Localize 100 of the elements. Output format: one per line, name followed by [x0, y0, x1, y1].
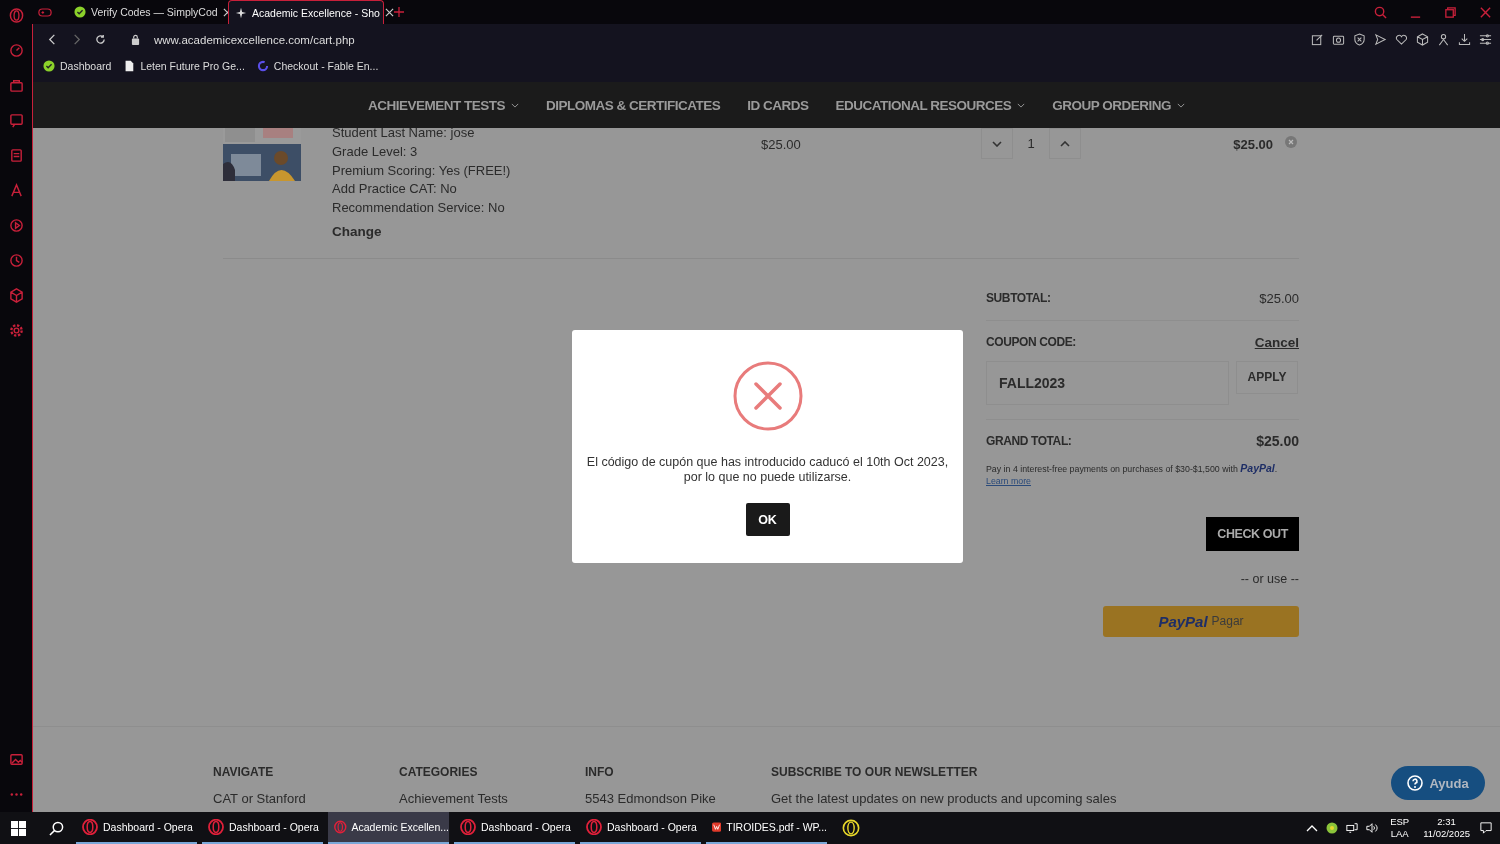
opera-logo-icon[interactable] [8, 8, 24, 23]
coupon-field[interactable]: FALL2023 [986, 360, 1229, 405]
grand-total-value: $25.00 [1256, 432, 1299, 449]
ring-icon [256, 60, 269, 72]
item-detail: Premium Scoring: Yes (FREE!) [332, 161, 512, 180]
forward-icon[interactable] [71, 34, 82, 45]
footer-link[interactable]: Get the latest updates on new products and upcoming sales [771, 791, 1117, 806]
page-icon [123, 60, 136, 72]
subtotal-label: SUBTOTAL: [986, 291, 1051, 306]
clock-icon[interactable] [8, 253, 24, 268]
paypal-logo: PayPal [1240, 461, 1275, 474]
taskbar-app[interactable]: Dashboard - Opera [454, 812, 575, 844]
settings-icon[interactable] [8, 323, 24, 338]
bookmark-link[interactable]: Checkout - Fable En... [256, 60, 379, 72]
item-detail: Add Practice CAT: No [332, 180, 458, 199]
help-icon [1407, 775, 1424, 791]
cancel-link[interactable]: Cancel [1254, 334, 1299, 350]
speed-icon[interactable] [8, 43, 24, 58]
camera-icon[interactable] [1332, 33, 1345, 46]
increase-button[interactable] [1049, 128, 1081, 159]
heart-icon[interactable] [1395, 33, 1408, 46]
opera-icon [586, 819, 602, 835]
list-icon[interactable] [8, 148, 24, 163]
chevron-down-icon [1017, 102, 1026, 108]
chevron-up-icon [1060, 140, 1070, 147]
a-icon[interactable] [8, 183, 24, 198]
taskbar-app[interactable]: Academic Excellen... [328, 812, 449, 844]
nav-link[interactable]: ID CARDS [747, 97, 809, 113]
apply-button[interactable]: APPLY [1236, 360, 1298, 394]
footer-heading: INFO [585, 765, 615, 779]
play-icon[interactable] [8, 218, 24, 233]
back-icon[interactable] [47, 34, 58, 45]
change-link[interactable]: Change [332, 223, 732, 242]
address-field[interactable]: www.academicexcellence.com/cart.php [154, 33, 355, 46]
opera-icon [82, 819, 98, 835]
footer-link[interactable]: CAT or Stanford [213, 791, 399, 806]
nav-link[interactable]: EDUCATIONAL RESOURCES [835, 97, 1026, 113]
network-icon[interactable] [1346, 822, 1359, 834]
line-total: $25.00 [1232, 137, 1273, 152]
image-icon[interactable] [8, 752, 24, 767]
download-icon[interactable] [1458, 33, 1471, 46]
nav-link[interactable]: GROUP ORDERING [1052, 97, 1186, 113]
item-detail: Grade Level: 3 [332, 142, 419, 161]
item-price: $25.00 [761, 137, 802, 152]
footer-heading: SUBSCRIBE TO OUR NEWSLETTER [771, 765, 979, 779]
send-icon[interactable] [1374, 33, 1387, 46]
taskbar-app[interactable]: Dashboard - Opera [580, 812, 701, 844]
opera-icon [334, 819, 347, 835]
grand-total-label: GRAND TOTAL: [986, 433, 1072, 448]
edit-icon[interactable] [1311, 33, 1324, 46]
nav-link[interactable]: ACHIEVEMENT TESTS [367, 97, 519, 113]
norton-icon[interactable] [842, 819, 860, 837]
opera-icon [208, 819, 224, 835]
paypal-note: Pay in 4 interest-free payments on purchases of $30-$1,500 with [986, 463, 1238, 474]
subtotal-value: $25.00 [1259, 290, 1299, 306]
bookmark-link[interactable]: Leten Future Pro Ge... [123, 60, 245, 72]
error-icon [732, 361, 803, 431]
checkout-button[interactable]: CHECK OUT [1206, 516, 1299, 551]
person-icon[interactable] [1437, 33, 1450, 46]
language-indicator[interactable]: ESP LAA [1390, 816, 1410, 840]
remove-icon[interactable] [1285, 136, 1297, 148]
check-badge-icon [74, 6, 86, 18]
restore-icon[interactable] [1444, 5, 1457, 19]
paypal-note: . [1274, 463, 1278, 474]
chevron-down-icon [992, 140, 1002, 147]
help-button[interactable]: Ayuda [1391, 766, 1485, 800]
reload-icon[interactable] [95, 34, 106, 45]
sliders-icon[interactable] [1479, 33, 1492, 46]
footer-link[interactable]: 5543 Edmondson Pike [585, 791, 771, 806]
bookmark-link[interactable]: Dashboard [43, 60, 112, 72]
lock-icon [131, 34, 140, 45]
search-icon[interactable] [49, 820, 64, 836]
footer-heading: NAVIGATE [213, 765, 275, 779]
footer-link[interactable]: Achievement Tests [399, 791, 585, 806]
footer-heading: CATEGORIES [399, 765, 479, 779]
coupon-label: COUPON CODE: [986, 335, 1076, 350]
taskbar-app[interactable]: Dashboard - Opera [76, 812, 197, 844]
taskbar-app[interactable]: Dashboard - Opera [202, 812, 323, 844]
windows-start-icon[interactable] [11, 820, 26, 836]
quantity-field[interactable]: 1 [1013, 128, 1049, 159]
gamepad-icon[interactable] [38, 6, 52, 18]
nav-link[interactable]: DIPLOMAS & CERTIFICATES [545, 97, 721, 113]
or-use-text: -- or use -- [1240, 571, 1299, 586]
clock[interactable]: 2:31 11/02/2025 [1423, 816, 1470, 840]
item-detail: Recommendation Service: No [332, 199, 506, 218]
chevron-down-icon [510, 102, 519, 108]
document-icon [712, 819, 722, 835]
error-message: El código de cupón que has introducido caducó el 10th Oct 2023, por lo que no puede utilizarse. [586, 455, 949, 485]
chat-icon[interactable] [8, 113, 24, 128]
notifications-icon[interactable] [1480, 822, 1492, 834]
decrease-button[interactable] [981, 128, 1013, 159]
ok-button[interactable]: OK [745, 503, 790, 536]
volume-icon[interactable] [1366, 822, 1379, 834]
cube-icon[interactable] [1416, 33, 1429, 46]
chevron-down-icon [1177, 102, 1186, 108]
item-detail: Student Last Name: jose [332, 128, 476, 142]
bag-icon[interactable] [8, 78, 24, 93]
taskbar-app[interactable]: TIROIDES.pdf - WP... [706, 812, 827, 844]
check-badge-icon [43, 60, 55, 72]
learn-more-link[interactable]: Learn more [986, 475, 1031, 486]
